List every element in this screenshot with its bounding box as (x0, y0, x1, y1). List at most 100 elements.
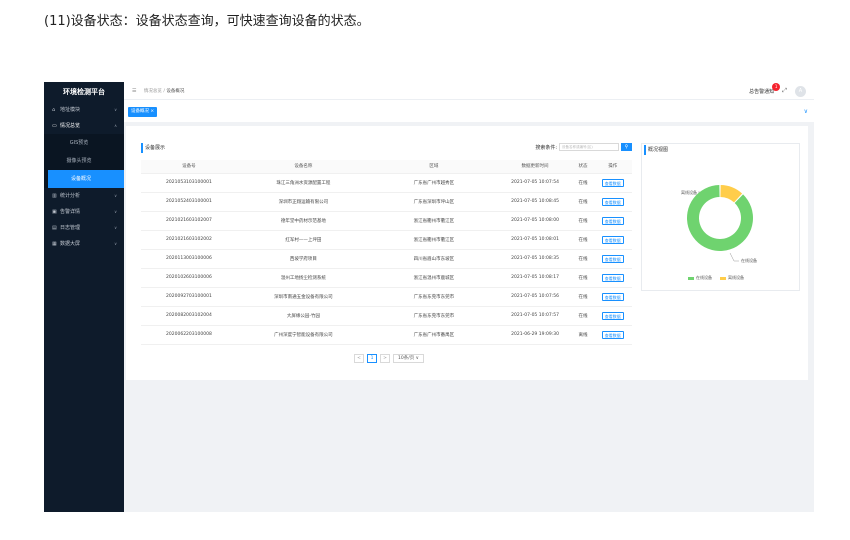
prev-page-button[interactable]: < (354, 354, 364, 363)
cell-updated: 2021-07-05 10:08:01 (497, 230, 573, 250)
page-caption: (11)设备状态：设备状态查询，可快速查询设备的状态。 (44, 14, 370, 29)
breadcrumb-current: 设备概况 (166, 89, 185, 94)
column-header: 设备名称 (236, 160, 370, 174)
device-table: 设备号 设备名称 区域 数据更新时间 状态 操作 202105310310000… (141, 160, 632, 345)
fullscreen-icon[interactable]: ⤢ (782, 87, 787, 95)
view-data-button[interactable]: 查看数据 (601, 292, 624, 301)
breadcrumb-parent[interactable]: 情况总览 (144, 89, 162, 94)
page-size-select[interactable]: 10条/页 ∨ (393, 354, 424, 363)
donut-label-online: 在线设备 (741, 257, 757, 263)
cell-updated: 2021-06-29 19:09:30 (497, 325, 573, 345)
legend-item-online[interactable]: 在线设备 (688, 275, 712, 281)
monitor-icon: ▭ (52, 123, 57, 129)
menu-item-statistics[interactable]: ▥ 统计分析 ∨ (44, 188, 124, 204)
search-input[interactable] (559, 143, 619, 151)
cell-status: 在线 (572, 230, 594, 250)
submenu-item-camera[interactable]: 摄像头预览 (44, 152, 124, 170)
table-row: 2021052403100001 深圳市正翔运输有限公司 广东省深圳市坪山区 2… (141, 192, 632, 212)
menu-item-address[interactable]: ⌂ 地址模块 ∨ (44, 102, 124, 118)
submenu-overview: GIS预览 摄像头预览 设备概况 (44, 134, 124, 188)
tab-device-overview[interactable]: 设备概况 × (128, 107, 158, 117)
menu-item-logs[interactable]: ▤ 日志管理 ∨ (44, 220, 124, 236)
cell-updated: 2021-07-05 10:07:56 (497, 287, 573, 307)
cell-updated: 2021-07-05 10:08:00 (497, 211, 573, 231)
pagination: < 1 > 10条/页 ∨ (354, 354, 424, 363)
overview-card-title: 概况视图 (644, 145, 797, 155)
menu-item-overview[interactable]: ▭ 情况总览 ∧ (44, 118, 124, 134)
cell-device-id: 2020113003100006 (141, 249, 237, 269)
search-label: 搜索条件: (535, 144, 557, 151)
cell-region: 浙江省衢州市衢江区 (369, 230, 498, 250)
cell-device-id: 2021021603102002 (141, 230, 237, 250)
column-header: 区域 (369, 160, 498, 174)
view-data-button[interactable]: 查看数据 (601, 235, 624, 244)
page-number-button[interactable]: 1 (367, 354, 377, 363)
cell-region: 四川省眉山市东坡区 (369, 249, 498, 269)
chevron-down-icon: ∨ (114, 193, 117, 198)
cell-status: 在线 (572, 192, 594, 212)
screen-icon: ▦ (52, 241, 57, 247)
cell-status: 在线 (572, 268, 594, 288)
table-row: 2020113003100006 西坡学府项目 四川省眉山市东坡区 2021-0… (141, 249, 632, 269)
content-panel: 设备展示 搜索条件: ⚲ 设备号 设备名称 区域 数据更新时间 状态 操作 (126, 126, 808, 380)
cell-region: 广东省东莞市东莞市 (369, 306, 498, 326)
cell-updated: 2021-07-05 10:07:57 (497, 306, 573, 326)
cell-status: 在线 (572, 287, 594, 307)
cell-device-name: 珠江三角洲水资源配置工程 (236, 173, 370, 193)
notification-badge: 1 (772, 82, 781, 91)
next-page-button[interactable]: > (380, 354, 390, 363)
submenu-item-gis[interactable]: GIS预览 (44, 134, 124, 152)
cell-device-name: 西坡学府项目 (236, 249, 370, 269)
hamburger-icon[interactable]: ☰ (132, 88, 136, 94)
view-data-button[interactable]: 查看数据 (601, 178, 624, 187)
chevron-down-icon: ∨ (114, 241, 117, 246)
header-actions: 总告警通知 1 ⤢ A (749, 82, 806, 100)
menu-item-alerts[interactable]: ▣ 告警详情 ∨ (44, 204, 124, 220)
cell-device-name: 深圳市正翔运输有限公司 (236, 192, 370, 212)
view-data-button[interactable]: 查看数据 (601, 197, 624, 206)
bar-chart-icon: ▥ (52, 193, 57, 199)
tab-bar: 设备概况 × ∨ (124, 100, 814, 122)
chevron-down-icon[interactable]: ∨ (804, 108, 808, 115)
sidebar: 环境检测平台 ⌂ 地址模块 ∨ ▭ 情况总览 ∧ GIS预览 摄像头预览 设备概况 … (44, 82, 124, 512)
table-row: 2021053103100001 珠江三角洲水资源配置工程 广东省广州市越秀区 … (141, 173, 632, 193)
chevron-down-icon: ∨ (114, 225, 117, 230)
cell-device-name: 广州深度宁智能设备有限公司 (236, 325, 370, 345)
device-card: 设备展示 搜索条件: ⚲ 设备号 设备名称 区域 数据更新时间 状态 操作 (139, 142, 634, 368)
table-row: 2020102603100006 温州工地扬尘检测系统 浙江省温州市鹿城区 20… (141, 268, 632, 288)
cell-device-name: 温州工地扬尘检测系统 (236, 268, 370, 288)
cell-region: 广东省广州市番禺区 (369, 325, 498, 345)
view-data-button[interactable]: 查看数据 (601, 273, 624, 282)
table-row: 2021021603102002 红军村——上坪田 浙江省衢州市衢江区 2021… (141, 230, 632, 250)
view-data-button[interactable]: 查看数据 (601, 311, 624, 320)
breadcrumb: ☰ 情况总览 / 设备概况 (132, 88, 185, 94)
cell-updated: 2021-07-05 10:08:35 (497, 249, 573, 269)
cell-status: 离线 (572, 325, 594, 345)
chevron-up-icon: ∧ (114, 123, 117, 128)
cell-status: 在线 (572, 249, 594, 269)
search-icon[interactable]: ⚲ (621, 143, 632, 151)
cell-region: 广东省深圳市坪山区 (369, 192, 498, 212)
cell-device-id: 2020062203100008 (141, 325, 237, 345)
view-data-button[interactable]: 查看数据 (601, 216, 624, 225)
avatar[interactable]: A (795, 85, 806, 97)
brand-title: 环境检测平台 (63, 88, 105, 96)
cell-device-name: 大屏缘公园-竹园 (236, 306, 370, 326)
chevron-down-icon: ∨ (114, 107, 117, 112)
view-data-button[interactable]: 查看数据 (601, 254, 624, 263)
cell-device-id: 2021021603102007 (141, 211, 237, 231)
cell-status: 在线 (572, 173, 594, 193)
submenu-item-device-overview[interactable]: 设备概况 (48, 170, 124, 188)
document-icon: ▤ (52, 225, 57, 231)
column-header: 操作 (593, 160, 632, 174)
view-data-button[interactable]: 查看数据 (601, 330, 624, 339)
table-row: 2020082003102004 大屏缘公园-竹园 广东省东莞市东莞市 2021… (141, 306, 632, 326)
notification-link[interactable]: 总告警通知 1 (749, 82, 781, 95)
cell-region: 广东省东莞市东莞市 (369, 287, 498, 307)
status-donut-chart: 离线设备 在线设备 (681, 185, 757, 263)
column-header: 状态 (572, 160, 594, 174)
menu-item-big-screen[interactable]: ▦ 数据大屏 ∨ (44, 236, 124, 252)
cell-region: 浙江省衢州市衢江区 (369, 211, 498, 231)
cell-device-id: 2020102603100006 (141, 268, 237, 288)
legend-item-offline[interactable]: 离线设备 (720, 275, 744, 281)
